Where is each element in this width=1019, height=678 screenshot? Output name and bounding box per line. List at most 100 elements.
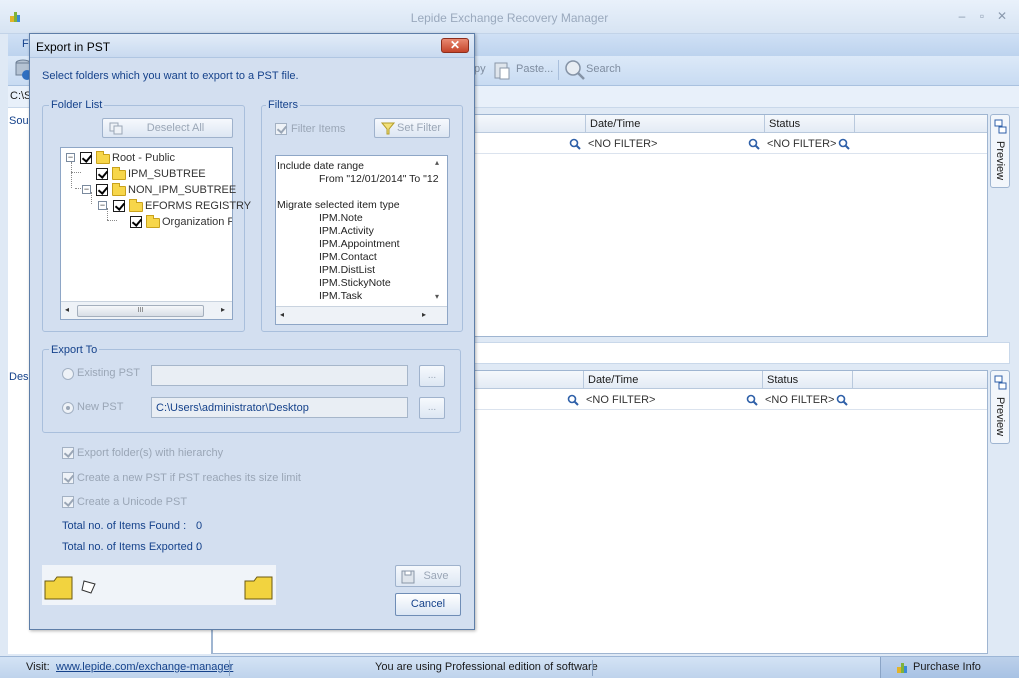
column-divider [764, 115, 765, 133]
filter-items-label: Filter Items [291, 123, 346, 135]
preview-icon [994, 119, 1007, 134]
save-label: Save [423, 570, 449, 582]
scroll-right-arrow[interactable]: ▸ [221, 305, 225, 314]
purchase-info-button[interactable]: Purchase Info [880, 657, 1019, 678]
new-pst-label: New PST [77, 401, 124, 413]
scroll-down-arrow[interactable]: ▾ [435, 292, 439, 301]
paste-button[interactable]: Paste... [516, 63, 553, 75]
folder-icon [112, 167, 126, 180]
filter-line: Migrate selected item type [277, 199, 400, 211]
copy-button[interactable]: py [474, 63, 486, 75]
tree-horizontal-scrollbar[interactable]: ◂ III ▸ [61, 301, 232, 319]
ipm-subtree-checkbox[interactable] [96, 168, 108, 180]
search-icon[interactable] [569, 138, 581, 150]
column-divider [852, 371, 853, 389]
items-exported-value: 0 [196, 541, 203, 553]
filter-line: IPM.Appointment [319, 238, 400, 250]
export-to-group [42, 349, 461, 433]
edition-text: You are using Professional edition of so… [375, 661, 598, 673]
hierarchy-label: Export folder(s) with hierarchy [77, 447, 224, 459]
set-filter-button[interactable]: Set Filter [374, 118, 450, 138]
new-pst-limit-checkbox[interactable] [62, 472, 74, 484]
unicode-option[interactable]: Create a Unicode PST [62, 495, 362, 511]
minimize-button[interactable]: – [954, 9, 970, 23]
folder-icon [129, 199, 143, 212]
status-filter[interactable]: <NO FILTER> [765, 394, 834, 406]
status-filter[interactable]: <NO FILTER> [767, 138, 836, 150]
save-button[interactable]: Save [395, 565, 461, 587]
column-header-date-time[interactable]: Date/Time [590, 118, 640, 130]
collapse-icon[interactable]: − [82, 185, 91, 194]
search-icon[interactable] [567, 394, 579, 406]
dialog-description: Select folders which you want to export … [42, 70, 299, 82]
tree-node-label: NON_IPM_SUBTREE [128, 184, 237, 196]
filter-line: IPM.Task [319, 290, 363, 302]
toolbar-separator [558, 60, 559, 80]
browse-existing-button[interactable]: ... [419, 365, 445, 387]
folder-icon [96, 151, 110, 164]
items-exported-label: Total no. of Items Exported : [62, 541, 199, 553]
items-found-label: Total no. of Items Found : [62, 520, 187, 532]
browse-new-button[interactable]: ... [419, 397, 445, 419]
root-public-checkbox[interactable] [80, 152, 92, 164]
scroll-left-arrow[interactable]: ◂ [65, 305, 69, 314]
hierarchy-option[interactable]: Export folder(s) with hierarchy [62, 446, 362, 462]
export-pst-dialog: Export in PST ✕ Select folders which you… [29, 33, 475, 630]
filter-items-option[interactable]: Filter Items [275, 122, 375, 138]
collapse-icon[interactable]: − [66, 153, 75, 162]
deselect-all-button[interactable]: Deselect All [102, 118, 233, 138]
preview-tab-destination[interactable]: Preview [990, 370, 1010, 444]
tree-node-organization-forms[interactable]: Organization For [61, 214, 232, 230]
search-icon[interactable] [838, 138, 850, 150]
existing-pst-radio[interactable] [62, 368, 74, 380]
close-button[interactable]: ✕ [994, 9, 1010, 23]
column-header-status[interactable]: Status [767, 374, 798, 386]
column-divider [854, 115, 855, 133]
unicode-checkbox[interactable] [62, 496, 74, 508]
folder-icon [112, 183, 126, 196]
new-pst-radio[interactable] [62, 402, 74, 414]
tree-node-ipm-subtree[interactable]: IPM_SUBTREE [61, 166, 232, 182]
search-icon[interactable] [564, 59, 586, 81]
filter-line: IPM.Contact [319, 251, 377, 263]
maximize-button[interactable]: ▫ [974, 9, 990, 23]
filter-horizontal-scrollbar[interactable]: ◂ ▸ [276, 306, 447, 324]
eforms-registry-checkbox[interactable] [113, 200, 125, 212]
search-icon[interactable] [748, 138, 760, 150]
tree-node-non-ipm-subtree[interactable]: − NON_IPM_SUBTREE [61, 182, 236, 198]
column-header-date-time[interactable]: Date/Time [588, 374, 638, 386]
set-filter-label: Set Filter [396, 122, 441, 134]
search-icon[interactable] [746, 394, 758, 406]
preview-tab-source[interactable]: Preview [990, 114, 1010, 188]
scroll-right-arrow[interactable]: ▸ [422, 310, 426, 319]
column-divider [585, 115, 586, 133]
column-header-status[interactable]: Status [769, 118, 800, 130]
new-pst-limit-option[interactable]: Create a new PST if PST reaches its size… [62, 471, 362, 487]
organization-forms-checkbox[interactable] [130, 216, 142, 228]
non-ipm-subtree-checkbox[interactable] [96, 184, 108, 196]
tree-node-label: EFORMS REGISTRY [145, 200, 252, 212]
search-button[interactable]: Search [586, 63, 621, 75]
website-link[interactable]: www.lepide.com/exchange-manager [56, 661, 233, 673]
date-filter[interactable]: <NO FILTER> [586, 394, 655, 406]
source-folder-icon [44, 576, 73, 600]
tree-node-root-public[interactable]: − Root - Public [61, 150, 232, 166]
scroll-up-arrow[interactable]: ▴ [435, 158, 439, 167]
scroll-left-arrow[interactable]: ◂ [280, 310, 284, 319]
column-divider [583, 371, 584, 389]
status-bar: Visit: www.lepide.com/exchange-manager Y… [0, 656, 1019, 678]
tree-node-eforms-registry[interactable]: − EFORMS REGISTRY [61, 198, 251, 214]
existing-pst-input[interactable] [151, 365, 408, 386]
visit-label: Visit: [26, 661, 50, 673]
deselect-all-label: Deselect All [146, 122, 205, 134]
collapse-icon[interactable]: − [98, 201, 107, 210]
date-filter[interactable]: <NO FILTER> [588, 138, 657, 150]
search-icon[interactable] [836, 394, 848, 406]
scroll-thumb[interactable]: III [77, 305, 204, 317]
folder-list-legend: Folder List [49, 99, 105, 111]
hierarchy-checkbox[interactable] [62, 447, 74, 459]
dialog-close-button[interactable]: ✕ [441, 38, 469, 53]
cancel-button[interactable]: Cancel [395, 593, 461, 616]
filter-items-checkbox[interactable] [275, 123, 287, 135]
new-pst-path-input[interactable]: C:\Users\administrator\Desktop [151, 397, 408, 418]
